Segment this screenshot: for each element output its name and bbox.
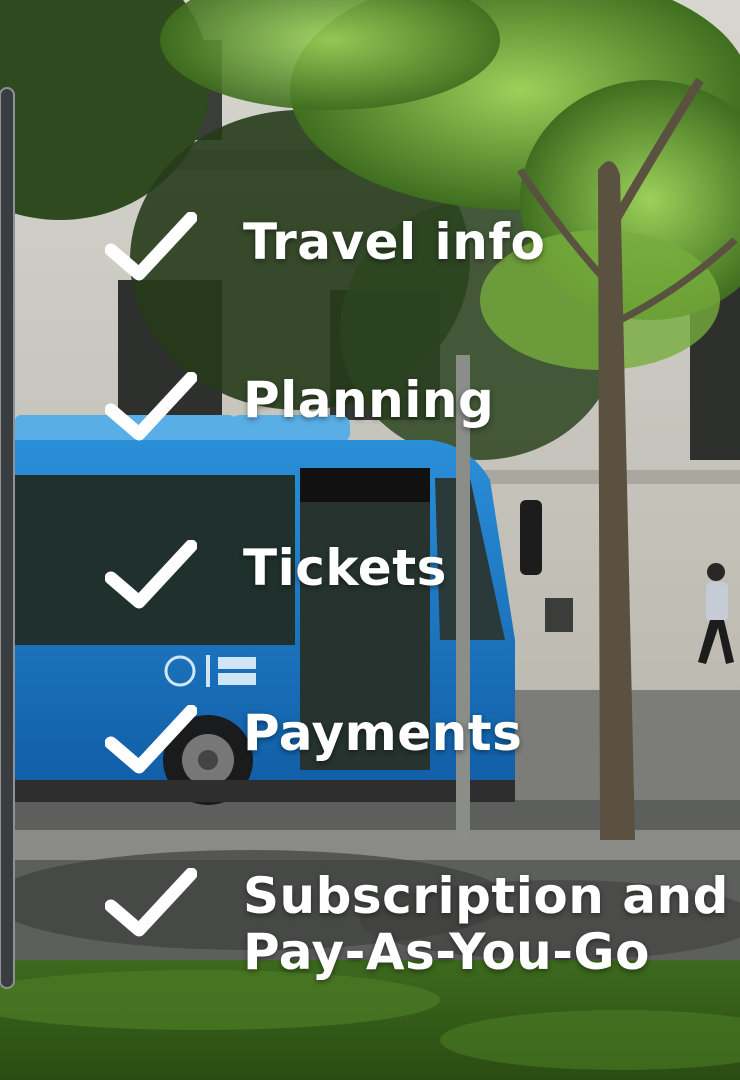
feature-item-subscription: Subscription and Pay-As-You-Go [105, 868, 729, 980]
checkmark-icon [105, 372, 197, 441]
feature-label: Travel info [243, 213, 546, 271]
feature-list: Travel info Planning Tickets Payments Su… [0, 0, 740, 1080]
feature-item-travel-info: Travel info [105, 212, 545, 282]
feature-item-planning: Planning [105, 372, 494, 442]
feature-label: Payments [243, 704, 523, 762]
checkmark-icon [105, 705, 197, 774]
checkmark-icon [105, 540, 197, 609]
checkmark-icon [105, 868, 197, 937]
feature-label: Planning [243, 371, 495, 429]
feature-label-line-2: Pay-As-You-Go [243, 923, 650, 981]
feature-label: Subscription and Pay-As-You-Go [243, 868, 729, 980]
feature-item-payments: Payments [105, 705, 522, 775]
checkmark-icon [105, 212, 197, 281]
feature-label-line-1: Subscription and [243, 867, 729, 925]
feature-item-tickets: Tickets [105, 540, 447, 610]
feature-label: Tickets [243, 539, 447, 597]
